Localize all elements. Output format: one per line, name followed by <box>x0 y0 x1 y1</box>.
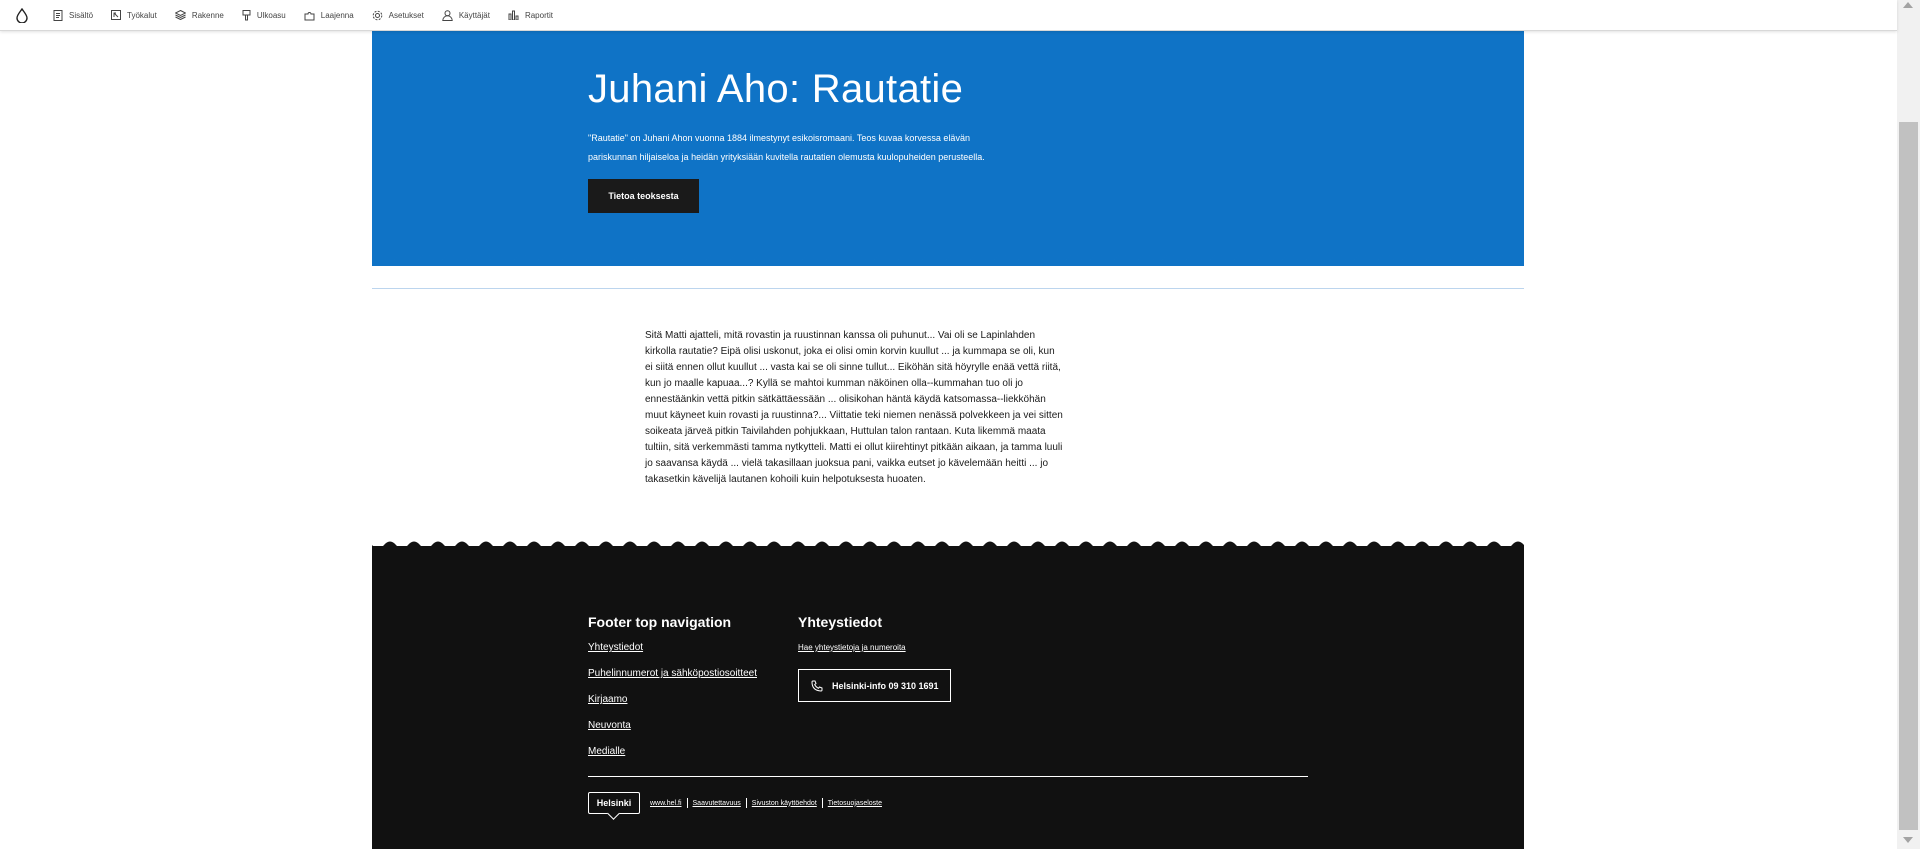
footer-link-hel-fi[interactable]: www.hel.fi <box>650 800 682 807</box>
toolbar-item-extend[interactable]: Laajenna <box>295 0 363 31</box>
footer-link-registry[interactable]: Kirjaamo <box>588 694 757 706</box>
drupal-home-icon[interactable] <box>0 0 44 31</box>
toolbar-item-settings[interactable]: Asetukset <box>363 0 433 31</box>
separator <box>686 798 688 808</box>
toolbar-item-label: Rakenne <box>191 10 224 20</box>
footer-divider <box>588 776 1308 777</box>
separator <box>745 798 747 808</box>
toolbar-item-users[interactable]: Käyttäjät <box>433 0 499 31</box>
about-work-button[interactable]: Tietoa teoksesta <box>588 179 699 213</box>
toolbar-item-content[interactable]: Sisältö <box>44 0 102 31</box>
gear-icon <box>372 10 382 20</box>
article-body: Sitä Matti ajatteli, mitä rovastin ja ru… <box>645 330 1063 485</box>
toolbar-item-label: Käyttäjät <box>458 10 490 20</box>
toolbar-item-label: Työkalut <box>127 10 157 20</box>
toolbar-item-tools[interactable]: Työkalut <box>102 0 166 31</box>
footer-link-privacy[interactable]: Tietosuojaseloste <box>828 800 882 807</box>
toolbar-item-label: Asetukset <box>388 10 424 20</box>
toolbar-item-label: Ulkoasu <box>256 10 286 20</box>
footer-nav-heading: Footer top navigation <box>588 614 732 630</box>
chart-icon <box>508 10 519 20</box>
footer-contact: Yhteystiedot Hae yhteystietoja ja numero… <box>798 614 951 702</box>
layers-icon <box>174 10 186 20</box>
section-divider <box>372 288 1524 289</box>
user-icon <box>442 9 453 21</box>
toolbar-item-label: Sisältö <box>69 10 94 20</box>
footer-contact-heading: Yhteystiedot <box>798 614 883 630</box>
helsinki-logo[interactable]: Helsinki <box>588 792 640 814</box>
footer-link-terms[interactable]: Sivuston käyttöehdot <box>752 800 817 807</box>
puzzle-icon <box>304 11 315 20</box>
tools-icon <box>111 10 122 20</box>
footer-link-advice[interactable]: Neuvonta <box>588 720 757 732</box>
phone-label: Helsinki-info 09 310 1691 <box>832 680 939 691</box>
toolbar-item-label: Laajenna <box>320 10 354 20</box>
page-title: Juhani Aho: Rautatie <box>588 67 964 111</box>
helsinki-info-phone-button[interactable]: Helsinki-info 09 310 1691 <box>798 669 951 702</box>
separator <box>821 798 823 808</box>
search-contacts-link[interactable]: Hae yhteystietoja ja numeroita <box>798 642 951 654</box>
scrollbar[interactable] <box>1897 0 1920 849</box>
footer-navigation: Footer top navigation Yhteystiedot Puhel… <box>588 614 757 772</box>
footer-bottom-bar: Helsinki www.hel.fi Saavutettavuus Sivus… <box>588 792 882 814</box>
document-icon <box>53 9 63 21</box>
site-footer: Footer top navigation Yhteystiedot Puhel… <box>372 546 1524 849</box>
hero-description: "Rautatie" on Juhani Ahon vuonna 1884 il… <box>588 133 985 162</box>
page-content: Juhani Aho: Rautatie "Rautatie" on Juhan… <box>372 31 1524 849</box>
footer-link-contacts[interactable]: Yhteystiedot <box>588 642 757 654</box>
hero-banner: Juhani Aho: Rautatie "Rautatie" on Juhan… <box>372 31 1524 266</box>
brush-icon <box>242 9 251 20</box>
hero-wave-decoration <box>372 253 1524 267</box>
phone-icon <box>811 680 823 692</box>
toolbar-item-appearance[interactable]: Ulkoasu <box>233 0 295 31</box>
scroll-up-arrow-icon[interactable] <box>1903 2 1913 8</box>
footer-link-accessibility[interactable]: Saavutettavuus <box>693 800 741 807</box>
scrollbar-thumb[interactable] <box>1899 122 1918 830</box>
toolbar-item-label: Raportit <box>524 10 553 20</box>
footer-link-media[interactable]: Medialle <box>588 746 757 758</box>
scroll-down-arrow-icon[interactable] <box>1903 837 1913 843</box>
footer-link-phone-numbers[interactable]: Puhelinnumerot ja sähköpostiosoitteet <box>588 668 757 680</box>
toolbar-item-structure[interactable]: Rakenne <box>166 0 233 31</box>
toolbar-item-reports[interactable]: Raportit <box>499 0 562 31</box>
admin-toolbar: Sisältö Työkalut Rakenne Ulkoasu Laajenn… <box>0 0 1897 31</box>
